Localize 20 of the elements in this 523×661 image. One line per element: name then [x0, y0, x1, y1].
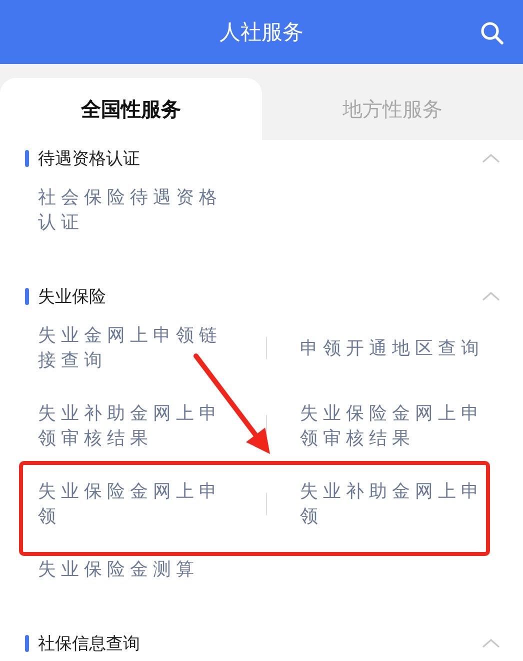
service-link[interactable]: 失业保险金网上申领审核结果: [300, 401, 495, 451]
collapse-icon[interactable]: [481, 152, 501, 164]
service-link[interactable]: 失业保险金网上申领: [38, 479, 233, 529]
service-link[interactable]: 失业金网上申领链接查询: [38, 323, 233, 373]
page-title: 人社服务: [220, 19, 304, 46]
service-link[interactable]: 失业补助金网上申领审核结果: [38, 401, 233, 451]
collapse-icon[interactable]: [481, 637, 501, 649]
tab[interactable]: 全国性服务: [0, 78, 262, 140]
collapse-icon[interactable]: [481, 290, 501, 302]
section-title: 社保信息查询: [38, 632, 141, 654]
service-link[interactable]: 失业补助金网上申领: [300, 479, 495, 529]
service-link[interactable]: 申领开通地区查询: [300, 336, 495, 360]
section-marker: [25, 634, 29, 652]
section-title: 失业保险: [38, 286, 107, 308]
search-icon[interactable]: [480, 21, 504, 45]
section-title: 待遇资格认证: [38, 148, 141, 170]
service-link[interactable]: 社会保险待遇资格认证: [38, 185, 233, 235]
section-marker: [25, 150, 29, 166]
service-link[interactable]: 失业保险金测算: [38, 557, 233, 582]
section-marker: [25, 288, 29, 304]
